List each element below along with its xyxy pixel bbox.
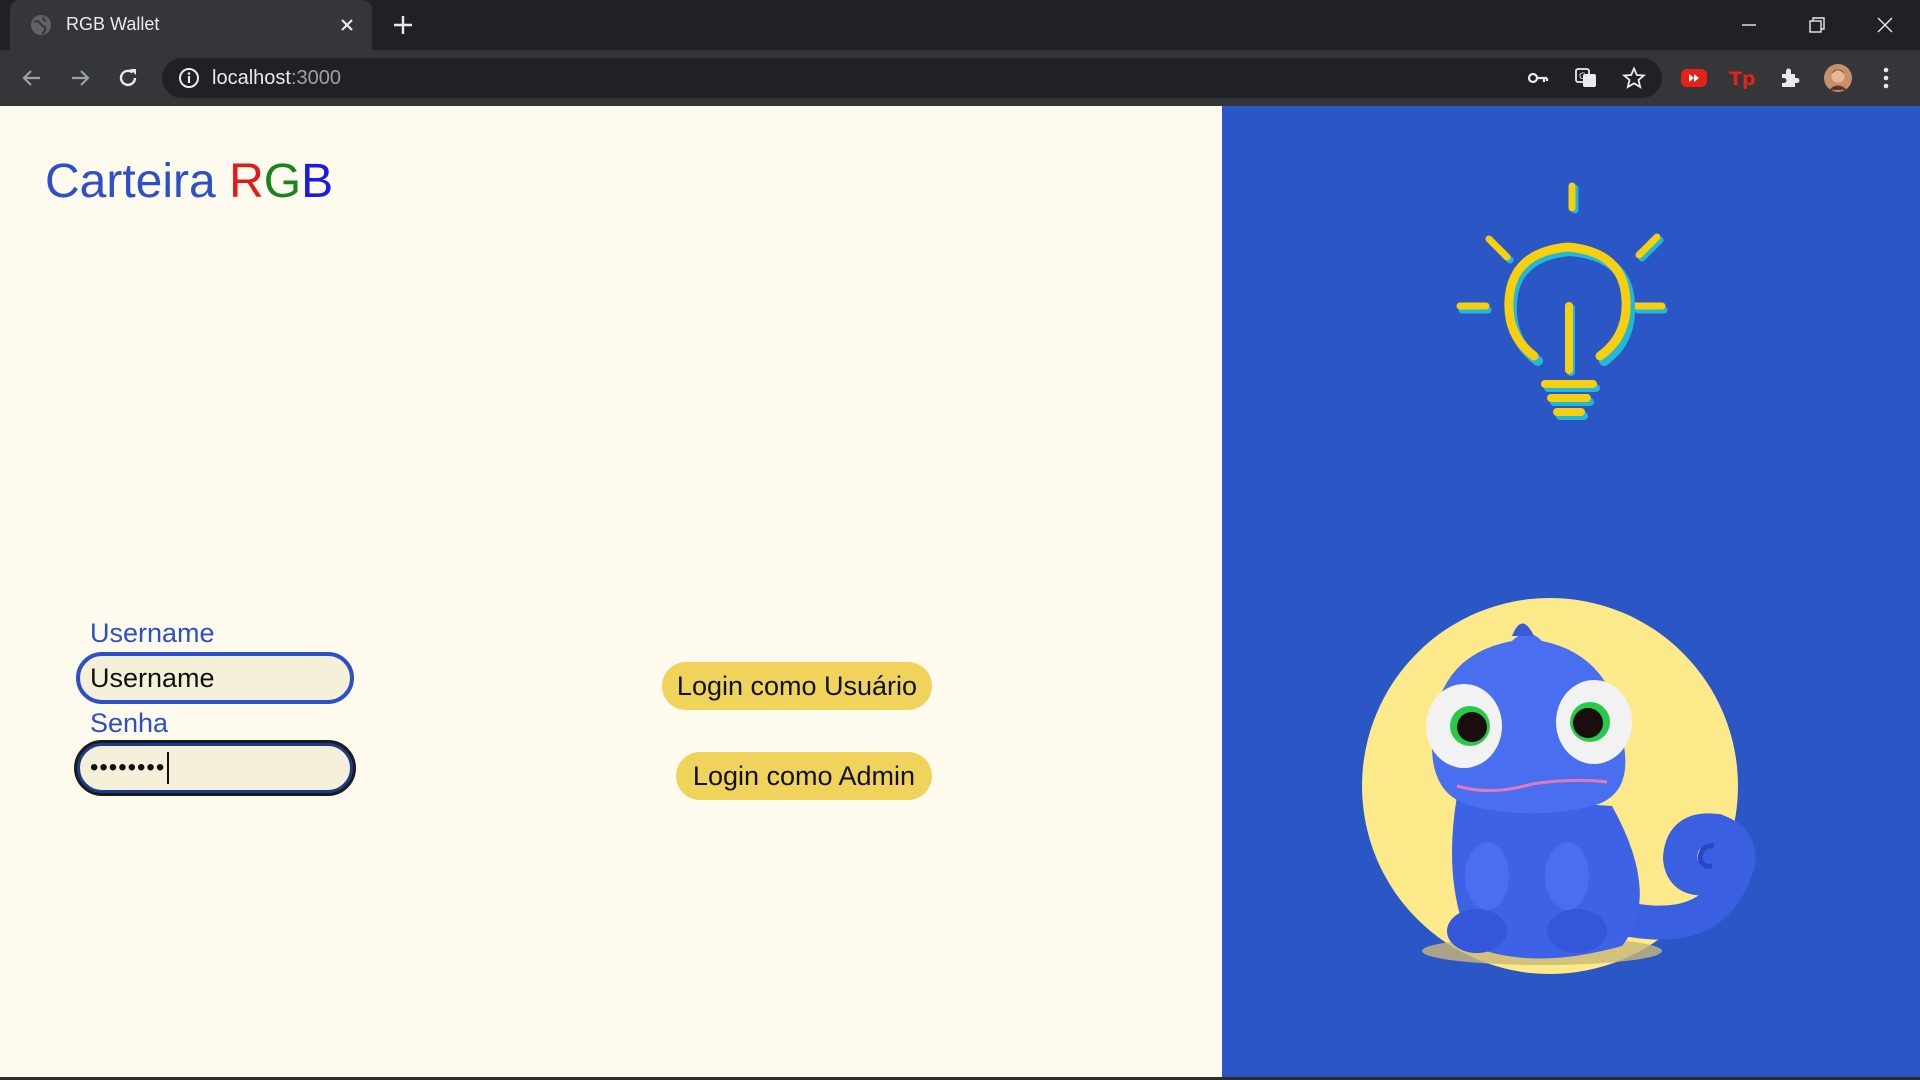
- illustration-pane: [1222, 106, 1920, 1080]
- username-value: Username: [90, 662, 215, 693]
- profile-avatar[interactable]: [1824, 64, 1852, 92]
- brand-prefix: Carteira: [45, 155, 230, 208]
- url-port: :3000: [290, 67, 341, 89]
- kebab-menu-icon[interactable]: [1872, 64, 1900, 92]
- puzzle-icon[interactable]: [1776, 64, 1804, 92]
- password-field[interactable]: ••••••••: [74, 740, 356, 796]
- browser-tab[interactable]: RGB Wallet: [10, 0, 372, 50]
- brand-letter-r: R: [229, 155, 264, 208]
- minimize-icon[interactable]: [1732, 8, 1766, 42]
- url-text[interactable]: localhost:3000: [212, 67, 341, 90]
- login-admin-button[interactable]: Login como Admin: [676, 752, 932, 800]
- key-icon[interactable]: [1526, 66, 1550, 90]
- tp-extension-icon[interactable]: Tp: [1728, 64, 1756, 92]
- chameleon-illustration: [1362, 598, 1756, 974]
- url-host: localhost: [212, 67, 291, 89]
- lightbulb-illustration: [1456, 182, 1668, 420]
- window-close-icon[interactable]: [1868, 8, 1902, 42]
- brand-title: Carteira RGB: [45, 154, 333, 209]
- svg-text:G: G: [1579, 72, 1586, 82]
- plus-icon[interactable]: [390, 12, 416, 38]
- youtube-extension-icon[interactable]: [1680, 64, 1708, 92]
- login-user-button[interactable]: Login como Usuário: [662, 662, 932, 710]
- login-pane: Carteira RGB Username Username Senha •••…: [0, 106, 1222, 1080]
- star-icon[interactable]: [1622, 66, 1646, 90]
- restore-icon[interactable]: [1800, 8, 1834, 42]
- browser-toolbar: localhost:3000 G Tp: [0, 50, 1920, 106]
- password-label: Senha: [90, 708, 169, 738]
- info-icon[interactable]: [178, 67, 200, 89]
- translate-icon[interactable]: G: [1574, 66, 1598, 90]
- brand-letter-b: B: [301, 155, 334, 208]
- forward-icon[interactable]: [66, 64, 94, 92]
- browser-titlebar: RGB Wallet: [0, 0, 1920, 50]
- text-caret: [167, 752, 170, 784]
- username-label: Username: [90, 618, 215, 648]
- back-icon[interactable]: [18, 64, 46, 92]
- close-icon[interactable]: [334, 12, 360, 38]
- brand-letter-g: G: [263, 155, 302, 208]
- username-field[interactable]: Username: [76, 652, 354, 704]
- password-value: ••••••••: [90, 754, 166, 781]
- globe-icon: [31, 15, 51, 35]
- tab-title: RGB Wallet: [66, 14, 160, 34]
- reload-icon[interactable]: [114, 64, 142, 92]
- address-bar[interactable]: localhost:3000 G: [162, 58, 1662, 98]
- svg-text:Tp: Tp: [1729, 68, 1755, 90]
